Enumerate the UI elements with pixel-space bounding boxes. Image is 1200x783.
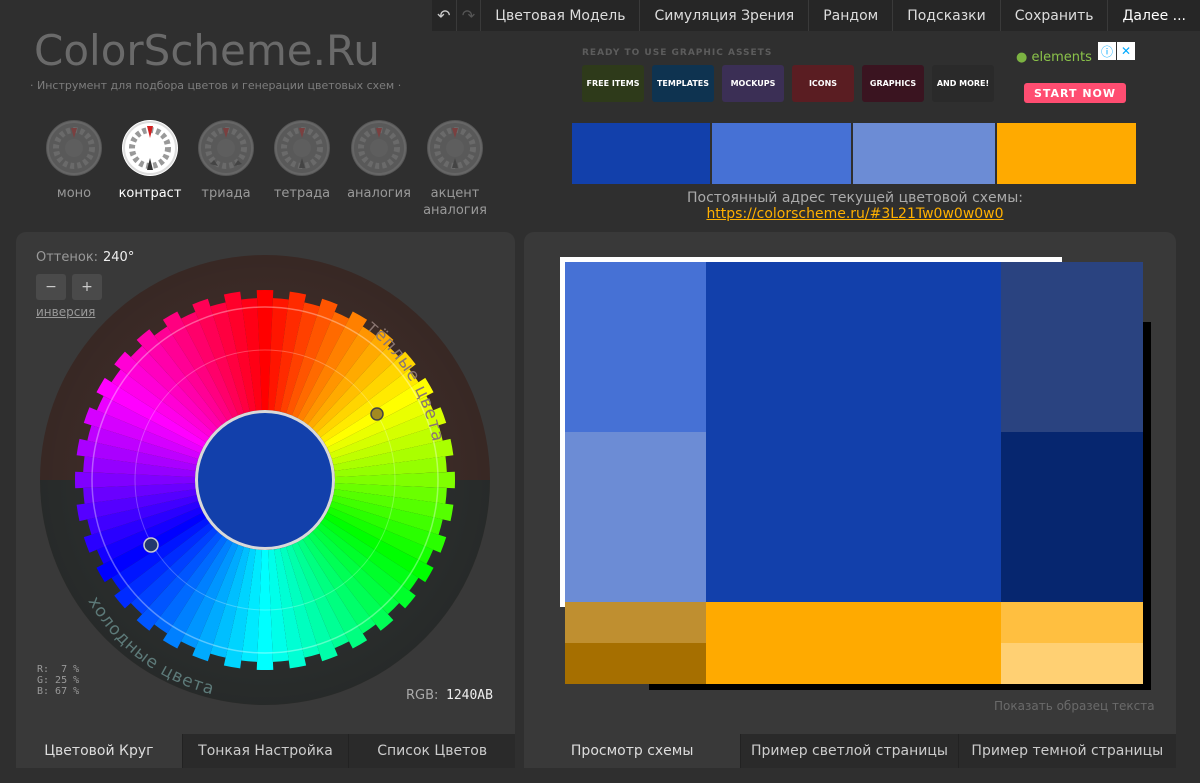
preview-accent-muted[interactable] bbox=[565, 602, 706, 643]
scheme-triad[interactable]: триада bbox=[191, 120, 261, 202]
palette-swatch-complement-1[interactable] bbox=[712, 123, 851, 184]
scheme-mono-icon bbox=[46, 120, 102, 176]
tab-color-list[interactable]: Список Цветов bbox=[348, 734, 516, 768]
ad-brand-logo: ● elements bbox=[1016, 50, 1092, 65]
scheme-analog-icon bbox=[351, 120, 407, 176]
ad-controls: ⓘ ✕ bbox=[1098, 42, 1136, 60]
site-logo[interactable]: ColorScheme.Ru bbox=[34, 26, 380, 75]
ad-tile[interactable]: GRAPHICS bbox=[862, 65, 924, 102]
preview-accent[interactable] bbox=[706, 602, 1001, 684]
ad-heading: READY TO USE GRAPHIC ASSETS bbox=[582, 48, 773, 58]
scheme-mono-label: моно bbox=[56, 186, 92, 201]
scheme-analog-label: аналогия bbox=[347, 186, 411, 201]
scheme-contrast-label: контраст bbox=[118, 186, 182, 201]
scheme-accent-analog[interactable]: акцент аналогия bbox=[420, 120, 490, 219]
wheel-center-swatch bbox=[198, 413, 332, 547]
ad-tile[interactable]: MOCKUPS bbox=[722, 65, 784, 102]
preview-primary-darker[interactable] bbox=[1001, 432, 1143, 602]
scheme-mono[interactable]: моно bbox=[39, 120, 109, 202]
permalink-url[interactable]: https://colorscheme.ru/#3L21Tw0w0w0w0 bbox=[572, 206, 1138, 222]
tab-color-wheel[interactable]: Цветовой Круг bbox=[16, 734, 182, 768]
palette-swatch-complement-2[interactable] bbox=[853, 123, 995, 184]
scheme-triad-icon bbox=[198, 120, 254, 176]
left-tabbar: Цветовой Круг Тонкая Настройка Список Цв… bbox=[16, 734, 516, 768]
ad-tile[interactable]: FREE ITEMS bbox=[582, 65, 644, 102]
menu-color-model[interactable]: Цветовая Модель bbox=[481, 0, 641, 31]
scheme-accent-analog-label: акцент аналогия bbox=[423, 186, 487, 218]
primary-hue-handle[interactable] bbox=[143, 537, 159, 553]
ad-start-now-button[interactable]: START NOW bbox=[1024, 83, 1126, 103]
rgb-hex-value[interactable]: 1240AB bbox=[446, 688, 493, 703]
preview-accent-dark[interactable] bbox=[565, 643, 706, 684]
show-sample-text-link[interactable]: Показать образец текста bbox=[994, 699, 1155, 713]
palette-swatch-accent[interactable] bbox=[997, 123, 1136, 184]
tab-light-page-example[interactable]: Пример светлой страницы bbox=[740, 734, 958, 768]
preview-primary[interactable] bbox=[706, 262, 1001, 602]
redo-icon[interactable]: ↷ bbox=[457, 0, 482, 31]
menu-vision-simulation[interactable]: Симуляция Зрения bbox=[640, 0, 810, 31]
color-wheel[interactable]: тёплые цвета холодные цвета bbox=[40, 255, 490, 705]
ad-brand-text: elements bbox=[1031, 50, 1092, 65]
tab-fine-tuning[interactable]: Тонкая Настройка bbox=[181, 734, 349, 768]
menu-save[interactable]: Сохранить bbox=[1001, 0, 1109, 31]
ad-tile[interactable]: TEMPLATES bbox=[652, 65, 714, 102]
tagline: · Инструмент для подбора цветов и генера… bbox=[30, 79, 402, 92]
scheme-tetrad-icon bbox=[274, 120, 330, 176]
ad-tile[interactable]: AND MORE! bbox=[932, 65, 994, 102]
menu-hints[interactable]: Подсказки bbox=[893, 0, 1001, 31]
top-menu: ↶ ↷ Цветовая Модель Симуляция Зрения Ран… bbox=[432, 0, 1200, 31]
ad-tile[interactable]: ICONS bbox=[792, 65, 854, 102]
palette-swatch-primary[interactable] bbox=[572, 123, 710, 184]
scheme-analog[interactable]: аналогия bbox=[344, 120, 414, 202]
scheme-accent-analog-icon bbox=[427, 120, 483, 176]
right-tabbar: Просмотр схемы Пример светлой страницы П… bbox=[524, 734, 1176, 768]
rgb-hex-label: RGB: bbox=[406, 688, 439, 703]
menu-random[interactable]: Рандом bbox=[809, 0, 894, 31]
rgb-percent-readout: R: 7 % G: 25 % B: 67 % bbox=[37, 664, 80, 697]
scheme-contrast-icon bbox=[122, 120, 178, 176]
preview-accent-light[interactable] bbox=[1001, 602, 1143, 643]
permalink-label: Постоянный адрес текущей цветовой схемы: bbox=[686, 190, 1023, 206]
preview-primary-light[interactable] bbox=[565, 262, 706, 432]
scheme-tetrad[interactable]: тетрада bbox=[267, 120, 337, 202]
preview-accent-lighter[interactable] bbox=[1001, 643, 1143, 684]
preview-primary-dark[interactable] bbox=[1001, 262, 1143, 432]
undo-icon[interactable]: ↶ bbox=[432, 0, 457, 31]
ad-info-icon[interactable]: ⓘ bbox=[1098, 42, 1116, 60]
tab-scheme-preview[interactable]: Просмотр схемы bbox=[524, 734, 741, 768]
menu-more[interactable]: Далее ... bbox=[1108, 0, 1200, 31]
scheme-triad-label: триада bbox=[201, 186, 251, 201]
tab-dark-page-example[interactable]: Пример темной страницы bbox=[957, 734, 1176, 768]
preview-primary-lighter[interactable] bbox=[565, 432, 706, 602]
scheme-tetrad-label: тетрада bbox=[273, 186, 331, 201]
ad-close-icon[interactable]: ✕ bbox=[1117, 42, 1135, 60]
scheme-contrast[interactable]: контраст bbox=[115, 120, 185, 202]
accent-hue-handle[interactable] bbox=[370, 407, 384, 421]
